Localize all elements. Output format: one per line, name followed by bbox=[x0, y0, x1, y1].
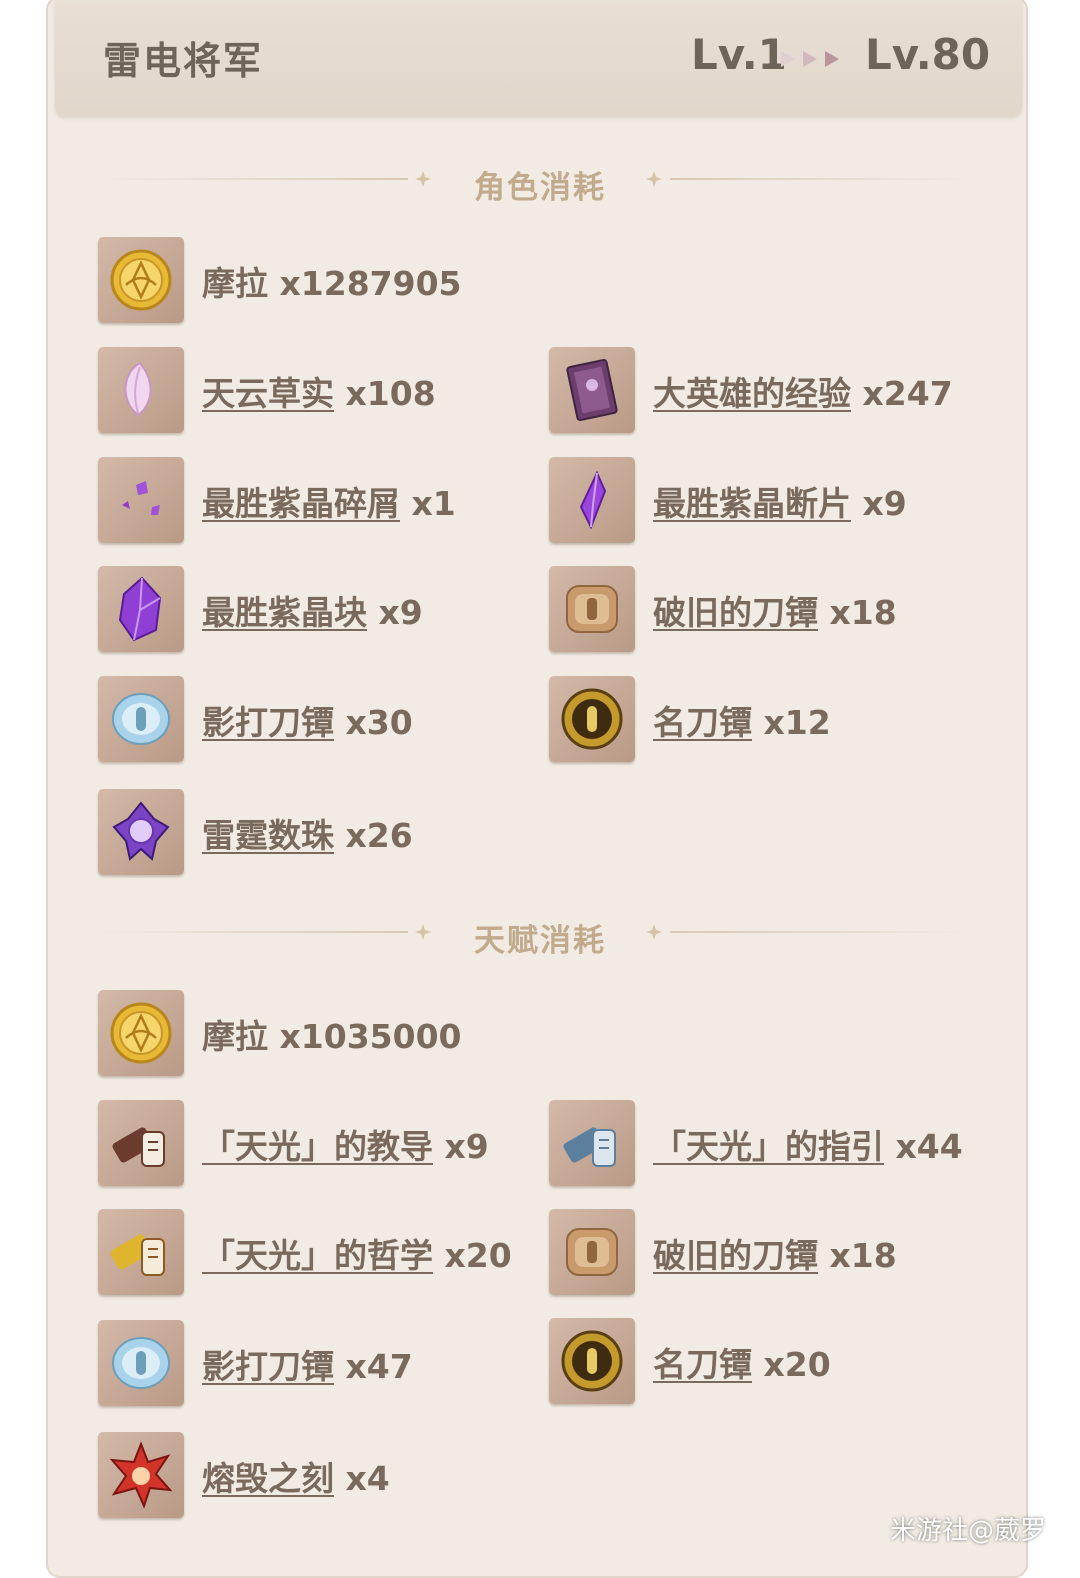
material-link[interactable]: 破旧的刀镡 bbox=[653, 593, 818, 632]
character-section-title: 角色消耗 bbox=[474, 170, 606, 206]
material-qty: x9 bbox=[862, 484, 907, 523]
kageuchi-handguard-icon bbox=[112, 1337, 170, 1389]
section-divider-right bbox=[670, 931, 970, 933]
material-link[interactable]: 破旧的刀镡 bbox=[653, 1236, 818, 1275]
material-qty: x47 bbox=[345, 1347, 413, 1386]
material-card bbox=[46, 0, 1028, 1578]
talent-section-title: 天赋消耗 bbox=[474, 923, 606, 959]
material-link[interactable]: 影打刀镡 bbox=[202, 703, 334, 742]
material-link[interactable]: 最胜紫晶断片 bbox=[653, 484, 851, 523]
level-from: Lv.1 bbox=[691, 30, 787, 79]
amethyst-sliver-icon bbox=[122, 481, 160, 515]
material-qty: x108 bbox=[345, 374, 436, 413]
old-handguard-icon bbox=[566, 1228, 618, 1276]
material-link[interactable]: 「天光」的教导 bbox=[202, 1127, 433, 1166]
material-qty: x1287905 bbox=[279, 264, 462, 303]
material-name: 摩拉 bbox=[202, 1017, 268, 1056]
mora-coin-icon bbox=[110, 1002, 172, 1064]
famed-handguard-icon bbox=[561, 1330, 623, 1392]
material-qty: x26 bbox=[345, 816, 413, 855]
material-link[interactable]: 影打刀镡 bbox=[202, 1347, 334, 1386]
material-qty: x9 bbox=[378, 593, 423, 632]
material-qty: x18 bbox=[829, 593, 897, 632]
material-qty: x247 bbox=[862, 374, 953, 413]
material-qty: x18 bbox=[829, 1236, 897, 1275]
character-header: 雷电将军 Lv.1 Lv.80 bbox=[55, 0, 1022, 116]
material-link[interactable]: 「天光」的哲学 bbox=[202, 1236, 433, 1275]
material-qty: x44 bbox=[895, 1127, 963, 1166]
light-teachings-scroll-icon bbox=[110, 1124, 165, 1167]
molten-moment-icon bbox=[111, 1443, 171, 1507]
material-qty: x1 bbox=[411, 484, 456, 523]
material-qty: x4 bbox=[345, 1459, 390, 1498]
old-handguard-icon bbox=[566, 585, 618, 633]
heros-wit-book-icon bbox=[565, 358, 619, 422]
material-link[interactable]: 大英雄的经验 bbox=[653, 374, 851, 413]
amethyst-fragment-icon bbox=[580, 472, 606, 528]
material-link[interactable]: 「天光」的指引 bbox=[653, 1127, 884, 1166]
sparkle-icon bbox=[646, 924, 662, 940]
material-name: 摩拉 bbox=[202, 264, 268, 303]
level-to: Lv.80 bbox=[865, 30, 991, 79]
light-philosophies-scroll-icon bbox=[108, 1231, 165, 1276]
material-link[interactable]: 雷霆数珠 bbox=[202, 816, 334, 855]
section-divider-right bbox=[670, 178, 970, 180]
famed-handguard-icon bbox=[561, 688, 623, 750]
material-link[interactable]: 最胜紫晶块 bbox=[202, 593, 367, 632]
material-qty: x30 bbox=[345, 703, 413, 742]
material-link[interactable]: 天云草实 bbox=[202, 374, 334, 413]
watermark: 米游社@葳罗 bbox=[890, 1516, 1047, 1546]
level-arrows-icon bbox=[781, 51, 839, 67]
material-qty: x20 bbox=[444, 1236, 512, 1275]
material-link[interactable]: 最胜紫晶碎屑 bbox=[202, 484, 400, 523]
material-qty: x9 bbox=[444, 1127, 489, 1166]
icon-frame bbox=[98, 237, 184, 323]
material-qty: x12 bbox=[763, 703, 831, 742]
storm-beads-icon bbox=[113, 802, 169, 860]
material-link[interactable]: 名刀镡 bbox=[653, 1345, 752, 1384]
material-qty: x20 bbox=[763, 1345, 831, 1384]
amethyst-chunk-icon bbox=[119, 577, 161, 641]
sparkle-icon bbox=[646, 171, 662, 187]
amakumo-fruit-icon bbox=[124, 362, 152, 416]
character-name: 雷电将军 bbox=[103, 39, 264, 83]
material-qty: x1035000 bbox=[279, 1017, 462, 1056]
material-link[interactable]: 名刀镡 bbox=[653, 703, 752, 742]
mora-coin-icon bbox=[110, 249, 172, 311]
material-link[interactable]: 熔毁之刻 bbox=[202, 1459, 334, 1498]
kageuchi-handguard-icon bbox=[112, 693, 170, 745]
light-guide-scroll-icon bbox=[561, 1124, 616, 1167]
